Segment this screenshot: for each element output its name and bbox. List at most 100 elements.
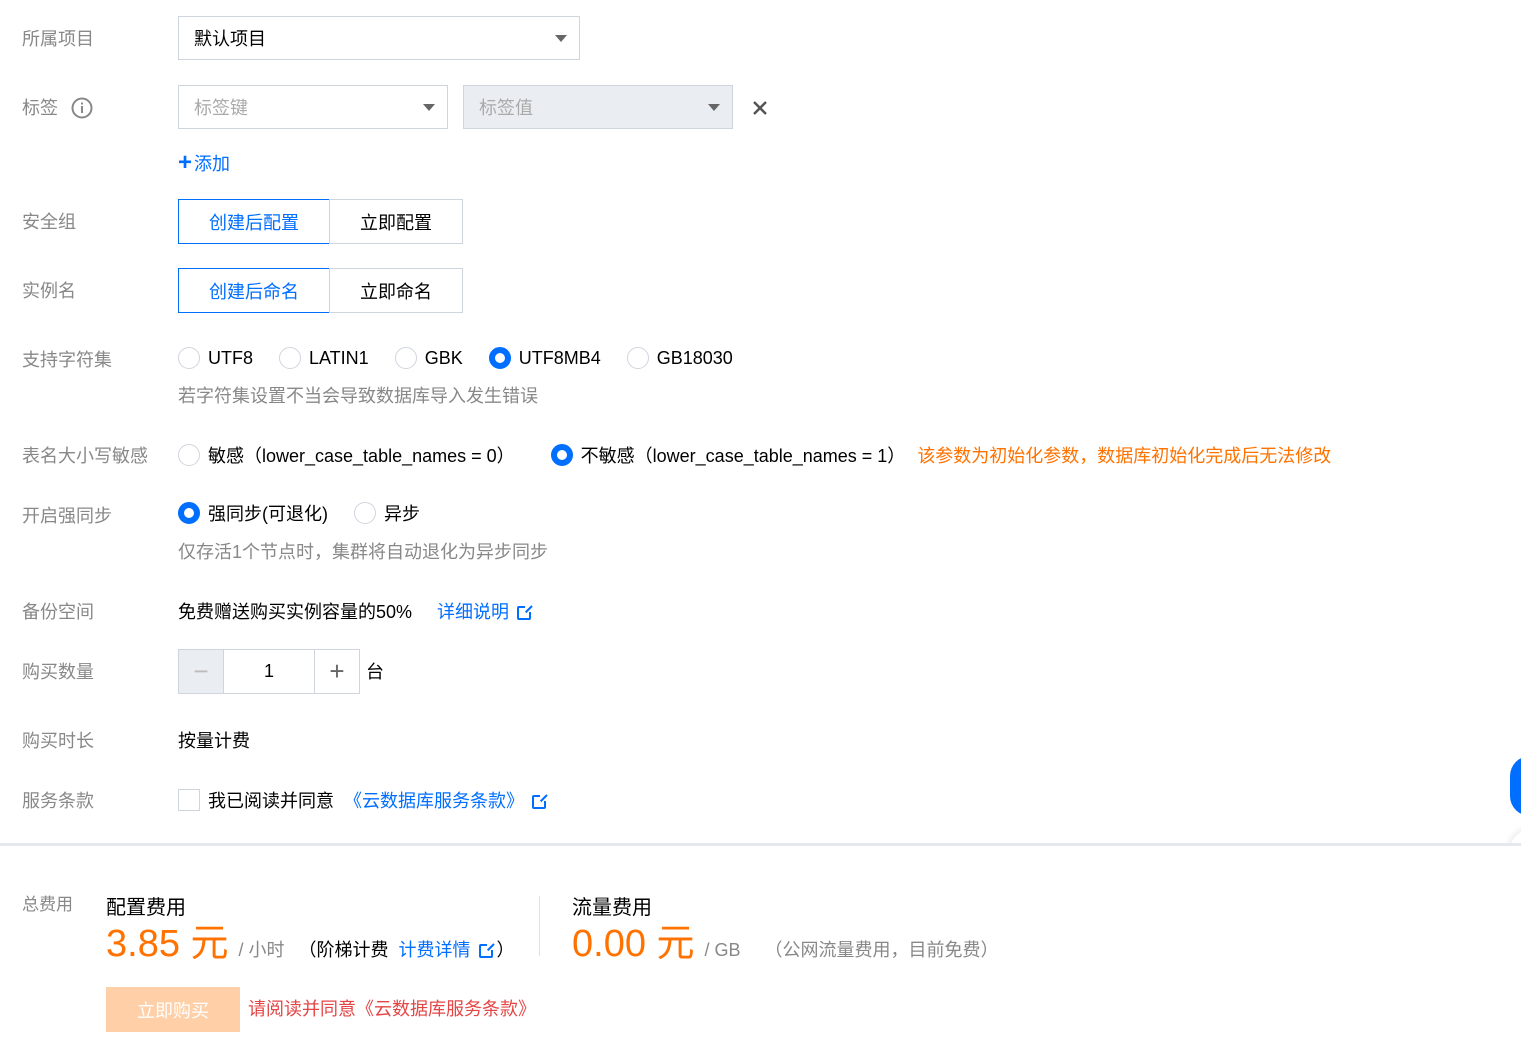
- instance-name-option-now[interactable]: 立即命名: [329, 268, 463, 313]
- chevron-down-icon: [423, 104, 435, 111]
- instance-name-toggle: 创建后命名 立即命名: [178, 268, 463, 313]
- charset-radio-latin1[interactable]: LATIN1: [279, 347, 369, 369]
- traffic-cost-row: 0.00 元 / GB （公网流量费用，目前免费）: [572, 922, 999, 966]
- radio-label: UTF8: [208, 347, 253, 368]
- radio-circle: [178, 347, 200, 369]
- quantity-stepper: − 1 +: [178, 649, 360, 694]
- backup-detail-link[interactable]: 详细说明: [437, 602, 534, 622]
- floating-help-button[interactable]: [1510, 756, 1521, 816]
- backup-label: 备份空间: [22, 602, 94, 622]
- plus-icon: +: [178, 149, 193, 176]
- radio-circle: [354, 502, 376, 524]
- project-label: 所属项目: [22, 29, 94, 49]
- charset-radio-group: UTF8 LATIN1 GBK UTF8MB4 GB18030: [178, 345, 759, 371]
- quantity-label: 购买数量: [22, 662, 94, 682]
- instance-name-option-later[interactable]: 创建后命名: [178, 268, 330, 313]
- terms-text: 我已阅读并同意: [208, 791, 334, 811]
- terms-row: 我已阅读并同意 《云数据库服务条款》: [178, 787, 548, 813]
- radio-label: 异步: [384, 504, 420, 524]
- radio-label: 强同步(可退化): [208, 504, 328, 524]
- case-sensitivity-warning: 该参数为初始化参数，数据库初始化完成后无法修改: [917, 446, 1332, 466]
- backup-detail-link-label: 详细说明: [437, 602, 510, 622]
- terms-link[interactable]: 《云数据库服务条款》: [344, 787, 548, 813]
- traffic-unit: / GB: [704, 940, 741, 960]
- instance-name-label: 实例名: [22, 281, 76, 301]
- external-link-icon: [478, 942, 495, 959]
- config-cost-row: 3.85 元 / 小时 （阶梯计费 计费详情 ）: [106, 922, 515, 966]
- chevron-down-icon: [708, 104, 720, 111]
- close-icon[interactable]: [752, 100, 768, 116]
- security-group-option-now[interactable]: 立即配置: [329, 199, 463, 244]
- security-group-option-later[interactable]: 创建后配置: [178, 199, 330, 244]
- project-select-value: 默认项目: [194, 29, 266, 49]
- plus-icon: +: [329, 656, 345, 686]
- duration-value: 按量计费: [178, 731, 250, 751]
- radio-label: 敏感（lower_case_table_names = 0）: [208, 446, 515, 466]
- add-tag-label: 添加: [194, 154, 231, 174]
- tag-value-select[interactable]: 标签值: [463, 85, 733, 129]
- add-tag-button[interactable]: + 添加: [178, 150, 230, 176]
- security-group-label: 安全组: [22, 212, 76, 232]
- buy-now-button[interactable]: 立即购买: [106, 987, 240, 1032]
- radio-circle-checked: [488, 347, 511, 369]
- case-radio-insensitive[interactable]: 不敏感（lower_case_table_names = 1）: [550, 442, 906, 468]
- case-radio-sensitive[interactable]: 敏感（lower_case_table_names = 0）: [178, 442, 515, 468]
- config-cost-title: 配置费用: [106, 897, 186, 919]
- security-group-toggle: 创建后配置 立即配置: [178, 199, 463, 244]
- charset-radio-gbk[interactable]: GBK: [394, 347, 463, 369]
- project-select[interactable]: 默认项目: [178, 16, 580, 60]
- sync-label: 开启强同步: [22, 506, 112, 526]
- radio-label: LATIN1: [309, 347, 369, 368]
- billing-detail-link-label: 计费详情: [398, 940, 471, 960]
- sync-hint: 仅存活1个节点时，集群将自动退化为异步同步: [178, 542, 549, 562]
- traffic-note: （公网流量费用，目前免费）: [764, 940, 999, 960]
- buy-warning: 请阅读并同意《云数据库服务条款》: [248, 999, 536, 1019]
- radio-circle-checked: [550, 444, 573, 466]
- sync-radio-async[interactable]: 异步: [354, 500, 420, 526]
- backup-info: 免费赠送购买实例容量的50% 详细说明: [178, 600, 534, 624]
- tag-value-placeholder: 标签值: [479, 98, 533, 118]
- case-sensitivity-label: 表名大小写敏感: [22, 446, 148, 466]
- duration-label: 购买时长: [22, 731, 94, 751]
- billing-detail-link[interactable]: 计费详情: [398, 936, 495, 962]
- tag-key-placeholder: 标签键: [194, 98, 248, 118]
- quantity-unit: 台: [366, 662, 384, 682]
- sync-radio-group: 强同步(可退化) 异步: [178, 500, 446, 526]
- traffic-price: 0.00 元: [572, 923, 695, 965]
- backup-text: 免费赠送购买实例容量的50%: [178, 602, 413, 622]
- info-icon[interactable]: [71, 97, 93, 119]
- charset-label: 支持字符集: [22, 350, 112, 370]
- external-link-icon: [517, 604, 534, 621]
- radio-label: 不敏感（lower_case_table_names = 1）: [580, 446, 906, 466]
- radio-circle-checked: [178, 502, 200, 524]
- decrement-button[interactable]: −: [178, 649, 224, 694]
- config-note-open: （阶梯计费: [298, 940, 389, 960]
- sync-radio-strong[interactable]: 强同步(可退化): [178, 500, 328, 526]
- chevron-down-icon: [555, 35, 567, 42]
- terms-link-label: 《云数据库服务条款》: [344, 791, 524, 811]
- terms-checkbox[interactable]: [178, 789, 200, 811]
- traffic-cost-title: 流量费用: [572, 897, 652, 919]
- config-unit: / 小时: [238, 940, 285, 960]
- radio-label: GBK: [424, 347, 463, 368]
- radio-label: UTF8MB4: [518, 347, 601, 368]
- minus-icon: −: [193, 656, 209, 686]
- radio-circle: [279, 347, 301, 369]
- radio-label: GB18030: [656, 347, 733, 368]
- radio-circle: [394, 347, 417, 369]
- tags-label: 标签: [22, 98, 58, 118]
- increment-button[interactable]: +: [314, 649, 360, 694]
- config-note-close: ）: [496, 940, 515, 960]
- divider: [539, 896, 540, 956]
- radio-circle: [178, 444, 200, 466]
- charset-radio-gb18030[interactable]: GB18030: [626, 347, 733, 369]
- charset-radio-utf8mb4[interactable]: UTF8MB4: [488, 347, 601, 369]
- charset-radio-utf8[interactable]: UTF8: [178, 347, 253, 369]
- terms-label: 服务条款: [22, 791, 94, 811]
- charset-hint: 若字符集设置不当会导致数据库导入发生错误: [178, 386, 538, 406]
- config-price: 3.85 元: [106, 923, 229, 965]
- quantity-input[interactable]: 1: [224, 649, 314, 694]
- total-cost-label: 总费用: [22, 895, 73, 914]
- radio-circle: [626, 347, 649, 369]
- tag-key-select[interactable]: 标签键: [178, 85, 448, 129]
